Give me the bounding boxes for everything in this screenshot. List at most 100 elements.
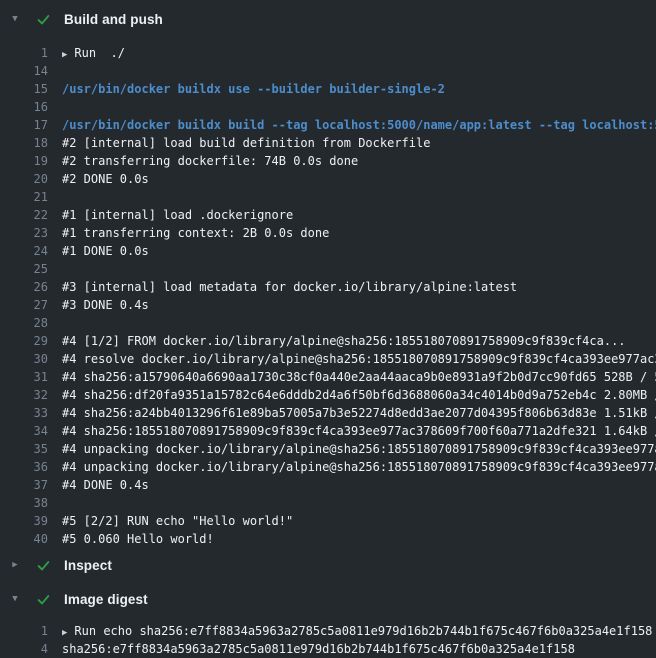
- chevron-right-icon[interactable]: ▶: [8, 561, 22, 570]
- log-line: 31 #4 sha256:a15790640a6690aa1730c38cf0a…: [0, 368, 656, 386]
- line-number[interactable]: 1: [0, 44, 48, 62]
- log-line: 20 #2 DONE 0.0s: [0, 170, 656, 188]
- line-number[interactable]: 23: [0, 224, 48, 242]
- check-icon: [36, 592, 51, 607]
- line-number[interactable]: 26: [0, 278, 48, 296]
- line-text: #2 [internal] load build definition from…: [62, 136, 430, 150]
- line-text: #4 unpacking docker.io/library/alpine@sh…: [62, 460, 656, 474]
- log-line: 34 #4 sha256:185518070891758909c9f839cf4…: [0, 422, 656, 440]
- line-content: #2 transferring dockerfile: 74B 0.0s don…: [48, 152, 656, 170]
- step-title: Build and push: [64, 12, 163, 27]
- line-text: Run echo sha256:e7ff8834a5963a2785c5a081…: [74, 624, 652, 638]
- line-number[interactable]: 19: [0, 152, 48, 170]
- line-content: #4 unpacking docker.io/library/alpine@sh…: [48, 440, 656, 458]
- line-number[interactable]: 4: [0, 640, 48, 658]
- line-number[interactable]: 32: [0, 386, 48, 404]
- log-line: 33 #4 sha256:a24bb4013296f61e89ba57005a7…: [0, 404, 656, 422]
- line-number[interactable]: 21: [0, 188, 48, 206]
- line-number[interactable]: 24: [0, 242, 48, 260]
- line-content: [48, 260, 656, 278]
- line-text: #4 unpacking docker.io/library/alpine@sh…: [62, 442, 656, 456]
- line-number[interactable]: 18: [0, 134, 48, 152]
- line-content: ▶ Run echo sha256:e7ff8834a5963a2785c5a08…: [48, 622, 656, 640]
- check-icon: [36, 558, 51, 573]
- log-line: 4 sha256:e7ff8834a5963a2785c5a0811e979d1…: [0, 640, 656, 658]
- line-text: #4 sha256:df20fa9351a15782c64e6dddb2d4a6…: [62, 388, 656, 402]
- line-content: [48, 188, 656, 206]
- line-number[interactable]: 34: [0, 422, 48, 440]
- line-content: #4 sha256:185518070891758909c9f839cf4ca3…: [48, 422, 656, 440]
- chevron-down-icon[interactable]: ▼: [8, 595, 22, 604]
- line-content: #5 0.060 Hello world!: [48, 530, 656, 548]
- log-line: 1 ▶Run ./: [0, 44, 656, 62]
- line-text: #4 sha256:a24bb4013296f61e89ba57005a7b3e…: [62, 406, 656, 420]
- line-number[interactable]: 25: [0, 260, 48, 278]
- log-line: 24 #1 DONE 0.0s: [0, 242, 656, 260]
- log-line: 26 #3 [internal] load metadata for docke…: [0, 278, 656, 296]
- log-line: 15 /usr/bin/docker buildx use --builder …: [0, 80, 656, 98]
- line-number[interactable]: 40: [0, 530, 48, 548]
- line-number[interactable]: 35: [0, 440, 48, 458]
- line-number[interactable]: 30: [0, 350, 48, 368]
- line-number[interactable]: 31: [0, 368, 48, 386]
- line-content: /usr/bin/docker buildx build --tag local…: [48, 116, 656, 134]
- log-line: 32 #4 sha256:df20fa9351a15782c64e6dddb2d…: [0, 386, 656, 404]
- line-number[interactable]: 1: [0, 622, 48, 640]
- line-number[interactable]: 33: [0, 404, 48, 422]
- log-step: ▼ Image digest 1 ▶ Run echo sha256:e7ff88…: [0, 582, 656, 658]
- line-text: /usr/bin/docker buildx use --builder bui…: [62, 82, 445, 96]
- log-line: 18 #2 [internal] load build definition f…: [0, 134, 656, 152]
- log-line: 17 /usr/bin/docker buildx build --tag lo…: [0, 116, 656, 134]
- line-content: ▶Run ./: [48, 44, 656, 62]
- line-number[interactable]: 39: [0, 512, 48, 530]
- log-line: 39 #5 [2/2] RUN echo "Hello world!": [0, 512, 656, 530]
- log-line: 19 #2 transferring dockerfile: 74B 0.0s …: [0, 152, 656, 170]
- step-body: 1 ▶ Run echo sha256:e7ff8834a5963a2785c5a…: [0, 616, 656, 658]
- line-content: #4 sha256:a24bb4013296f61e89ba57005a7b3e…: [48, 404, 656, 422]
- line-number[interactable]: 16: [0, 98, 48, 116]
- line-number[interactable]: 15: [0, 80, 48, 98]
- line-text: /usr/bin/docker buildx build --tag local…: [62, 118, 656, 132]
- line-number[interactable]: 38: [0, 494, 48, 512]
- line-number[interactable]: 28: [0, 314, 48, 332]
- line-number[interactable]: 22: [0, 206, 48, 224]
- step-header[interactable]: ▼ Build and push: [0, 2, 656, 36]
- line-text: #4 DONE 0.4s: [62, 478, 149, 492]
- expand-group-icon[interactable]: ▶: [62, 50, 67, 60]
- line-content: Using builder instance builder-single-2: [48, 62, 656, 80]
- line-text: #4 sha256:185518070891758909c9f839cf4ca3…: [62, 424, 656, 438]
- log-line: 35 #4 unpacking docker.io/library/alpine…: [0, 440, 656, 458]
- line-number[interactable]: 14: [0, 62, 48, 80]
- line-number[interactable]: 29: [0, 332, 48, 350]
- line-number[interactable]: 36: [0, 458, 48, 476]
- step-header[interactable]: ▶ Inspect: [0, 548, 656, 582]
- line-content: #2 DONE 0.0s: [48, 170, 656, 188]
- line-number[interactable]: 37: [0, 476, 48, 494]
- log-line: 38: [0, 494, 656, 512]
- chevron-down-icon[interactable]: ▼: [8, 15, 22, 24]
- log-step: ▶ Inspect: [0, 548, 656, 582]
- expand-group-icon[interactable]: ▶: [62, 628, 67, 638]
- line-text: #1 DONE 0.0s: [62, 244, 149, 258]
- log-line: 36 #4 unpacking docker.io/library/alpine…: [0, 458, 656, 476]
- line-content: #1 transferring context: 2B 0.0s done: [48, 224, 656, 242]
- log-line: 1 ▶ Run echo sha256:e7ff8834a5963a2785c5a…: [0, 622, 656, 640]
- line-text: #5 [2/2] RUN echo "Hello world!": [62, 514, 293, 528]
- step-header[interactable]: ▼ Image digest: [0, 582, 656, 616]
- line-number[interactable]: 20: [0, 170, 48, 188]
- line-text: #2 DONE 0.0s: [62, 172, 149, 186]
- step-body: 1 ▶Run ./ 14 Using builder instance buil…: [0, 36, 656, 548]
- log-line: 21: [0, 188, 656, 206]
- log-line: 14 Using builder instance builder-single…: [0, 62, 656, 80]
- line-number[interactable]: 17: [0, 116, 48, 134]
- line-text: #1 transferring context: 2B 0.0s done: [62, 226, 329, 240]
- line-content: #3 DONE 0.4s: [48, 296, 656, 314]
- check-icon: [36, 12, 51, 27]
- log-line: 16 Starting build...: [0, 98, 656, 116]
- line-content: #4 DONE 0.4s: [48, 476, 656, 494]
- log-line: 37 #4 DONE 0.4s: [0, 476, 656, 494]
- line-text: #2 transferring dockerfile: 74B 0.0s don…: [62, 154, 358, 168]
- line-content: [48, 494, 656, 512]
- line-content: sha256:e7ff8834a5963a2785c5a0811e979d16b…: [48, 640, 656, 658]
- line-number[interactable]: 27: [0, 296, 48, 314]
